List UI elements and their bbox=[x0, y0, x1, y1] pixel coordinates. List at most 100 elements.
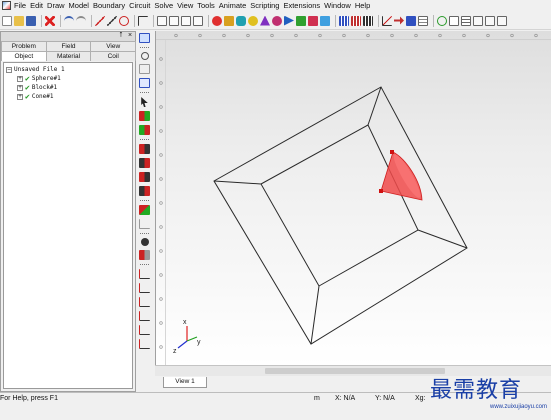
tab-coil[interactable]: Coil bbox=[90, 51, 137, 61]
rotate-neg-x-icon[interactable] bbox=[139, 311, 150, 321]
rotate-neg-z-icon[interactable] bbox=[139, 339, 150, 349]
tab-view[interactable]: View bbox=[90, 41, 137, 51]
pan-icon[interactable] bbox=[139, 78, 150, 88]
menu-animate[interactable]: Animate bbox=[217, 0, 249, 11]
list-icon[interactable] bbox=[461, 15, 471, 26]
draw-tool-2-icon[interactable] bbox=[169, 15, 179, 26]
refresh-icon[interactable] bbox=[437, 15, 447, 26]
view-axis-icon[interactable] bbox=[139, 219, 150, 229]
menu-help[interactable]: Help bbox=[353, 0, 372, 11]
mesh-icon[interactable] bbox=[339, 15, 349, 26]
view-back-icon[interactable] bbox=[139, 125, 150, 135]
view-right-icon[interactable] bbox=[139, 186, 150, 196]
menu-edit[interactable]: Edit bbox=[28, 0, 45, 11]
pointer-icon[interactable] bbox=[141, 97, 148, 107]
field-icon[interactable] bbox=[363, 15, 373, 26]
wedge-shape-icon[interactable] bbox=[284, 15, 294, 26]
rotate-neg-y-icon[interactable] bbox=[139, 325, 150, 335]
toolbar-separator bbox=[208, 14, 209, 27]
menu-boundary[interactable]: Boundary bbox=[91, 0, 127, 11]
draw-tool-1-icon[interactable] bbox=[157, 15, 167, 26]
view-front-icon[interactable] bbox=[139, 111, 150, 121]
ruler-tick bbox=[438, 33, 442, 38]
pin-icon[interactable]: ⭡ bbox=[117, 32, 125, 40]
scrollbar-thumb[interactable] bbox=[265, 368, 445, 374]
menu-tools[interactable]: Tools bbox=[195, 0, 217, 11]
tree-root[interactable]: − Unsaved File 1 bbox=[6, 65, 132, 74]
scene-canvas[interactable]: x y z bbox=[156, 31, 551, 365]
settings-icon[interactable] bbox=[497, 15, 507, 26]
draw-tool-4-icon[interactable] bbox=[193, 15, 203, 26]
delete-icon[interactable] bbox=[45, 15, 55, 26]
undo-icon[interactable] bbox=[64, 15, 74, 26]
render-icon[interactable] bbox=[140, 238, 149, 246]
tree-item-cone[interactable]: + ✔ Cone#1 bbox=[6, 92, 132, 101]
toolbar-separator bbox=[140, 233, 149, 234]
menu-scripting[interactable]: Scripting bbox=[248, 0, 281, 11]
rotate-x-icon[interactable] bbox=[139, 269, 150, 279]
ruler-tick bbox=[159, 249, 163, 253]
cone-shape-icon[interactable] bbox=[260, 15, 270, 26]
page-icon[interactable] bbox=[449, 15, 459, 26]
redo-icon[interactable] bbox=[76, 15, 86, 26]
menu-draw[interactable]: Draw bbox=[45, 0, 67, 11]
sphere-shape-icon[interactable] bbox=[212, 15, 222, 26]
app-icon[interactable] bbox=[2, 1, 11, 10]
zoom-window-icon[interactable] bbox=[139, 64, 150, 74]
open-folder-icon[interactable] bbox=[14, 15, 24, 26]
tab-object[interactable]: Object bbox=[1, 51, 47, 61]
view-bottom-icon[interactable] bbox=[139, 158, 150, 168]
report-icon[interactable] bbox=[473, 15, 483, 26]
ruler-tick bbox=[486, 33, 490, 38]
menu-window[interactable]: Window bbox=[322, 0, 353, 11]
torus-shape-icon[interactable] bbox=[272, 15, 282, 26]
new-file-icon[interactable] bbox=[2, 15, 12, 26]
save-icon[interactable] bbox=[26, 15, 36, 26]
shade-icon[interactable] bbox=[139, 250, 150, 260]
tab-problem[interactable]: Problem bbox=[1, 41, 47, 51]
tab-view-1[interactable]: View 1 bbox=[163, 377, 207, 388]
table-icon[interactable] bbox=[418, 15, 428, 26]
tree-item-block[interactable]: + ✔ Block#1 bbox=[6, 83, 132, 92]
tab-material[interactable]: Material bbox=[45, 51, 92, 61]
line-tool-icon[interactable] bbox=[95, 15, 105, 26]
rotate-y-icon[interactable] bbox=[139, 283, 150, 293]
expand-icon[interactable]: + bbox=[17, 93, 23, 100]
rotate-z-icon[interactable] bbox=[139, 297, 150, 307]
contour-icon[interactable] bbox=[406, 15, 416, 26]
disk-shape-icon[interactable] bbox=[248, 15, 258, 26]
arrow-plot-icon[interactable] bbox=[394, 16, 404, 25]
menu-circuit[interactable]: Circuit bbox=[127, 0, 152, 11]
tree-item-sphere[interactable]: + ✔ Sphere#1 bbox=[6, 74, 132, 83]
text-tool-icon[interactable] bbox=[138, 15, 148, 26]
toolbar-separator bbox=[140, 139, 149, 140]
expand-icon[interactable]: + bbox=[17, 84, 23, 91]
measure-icon[interactable] bbox=[107, 15, 117, 26]
select-tool-icon[interactable] bbox=[139, 33, 150, 43]
collapse-icon[interactable]: − bbox=[6, 66, 12, 73]
block-edge bbox=[417, 229, 468, 249]
view-top-icon[interactable] bbox=[139, 144, 150, 154]
close-icon[interactable]: × bbox=[126, 32, 134, 40]
extrude-shape-icon[interactable] bbox=[308, 15, 318, 26]
zoom-icon[interactable] bbox=[140, 52, 149, 60]
cylinder-shape-icon[interactable] bbox=[236, 15, 246, 26]
grid-icon[interactable] bbox=[351, 15, 361, 26]
menu-solve[interactable]: Solve bbox=[152, 0, 175, 11]
view-left-icon[interactable] bbox=[139, 172, 150, 182]
rotate-shape-icon[interactable] bbox=[320, 15, 330, 26]
export-icon[interactable] bbox=[485, 15, 495, 26]
menu-model[interactable]: Model bbox=[67, 0, 91, 11]
block-shape-icon[interactable] bbox=[224, 15, 234, 26]
view-iso-icon[interactable] bbox=[139, 205, 150, 215]
draw-tool-3-icon[interactable] bbox=[181, 15, 191, 26]
menu-view[interactable]: View bbox=[175, 0, 195, 11]
graph-icon[interactable] bbox=[382, 15, 392, 26]
tab-field[interactable]: Field bbox=[45, 41, 92, 51]
helix-shape-icon[interactable] bbox=[296, 15, 306, 26]
menu-extensions[interactable]: Extensions bbox=[281, 0, 322, 11]
expand-icon[interactable]: + bbox=[17, 75, 23, 82]
menu-file[interactable]: File bbox=[12, 0, 28, 11]
3d-viewport[interactable]: x y z bbox=[155, 31, 551, 365]
clock-icon[interactable] bbox=[119, 15, 129, 26]
